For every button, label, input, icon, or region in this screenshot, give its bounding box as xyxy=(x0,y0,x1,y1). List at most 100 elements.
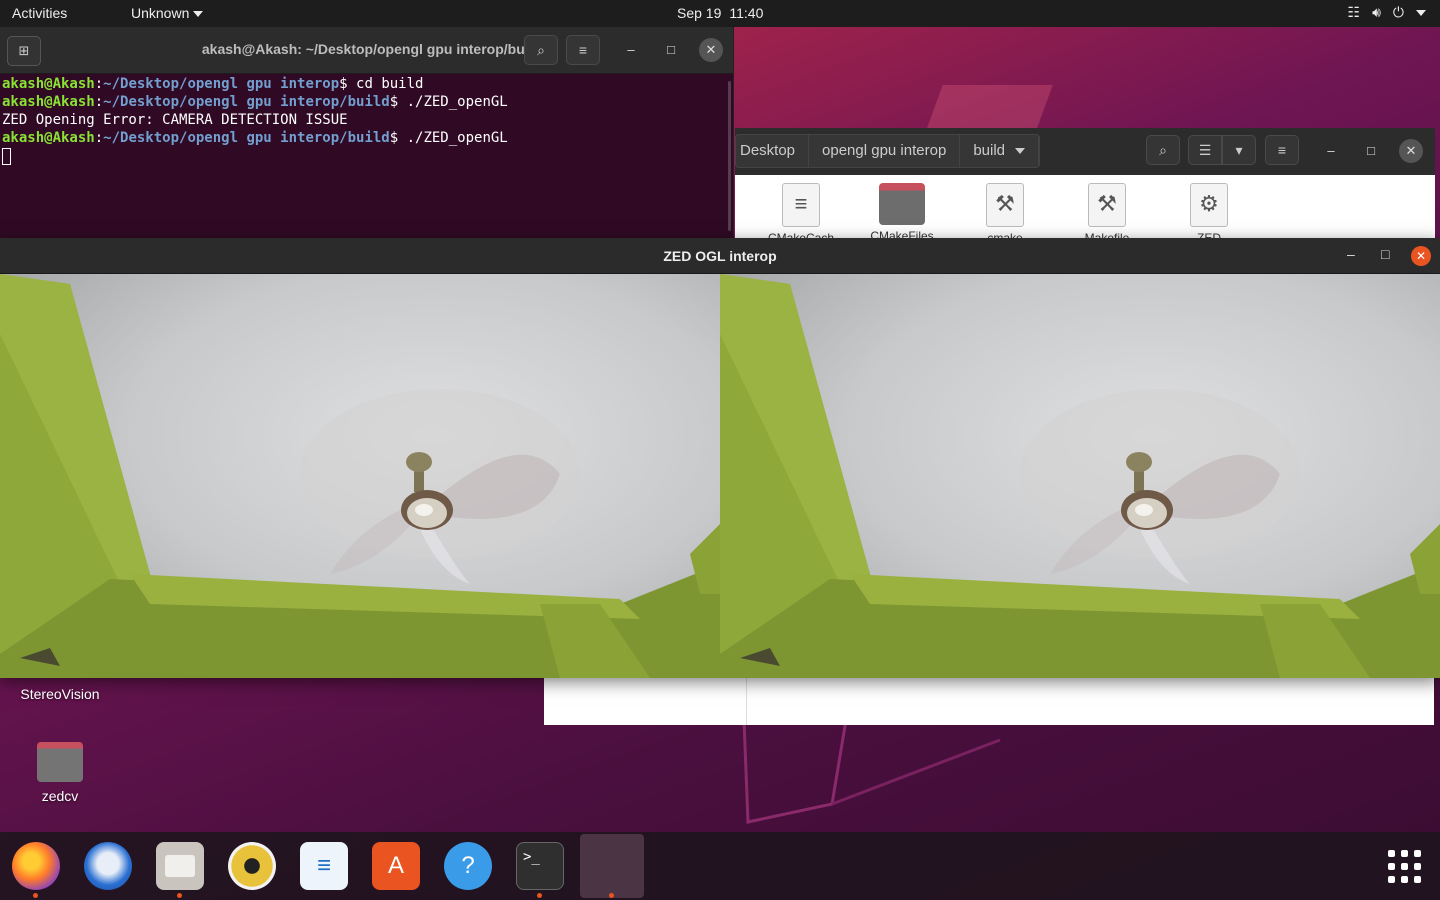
running-indicator xyxy=(177,893,182,898)
file-manager-window: Desktop opengl gpu interop build ⌕ ☰ ▾ ≡… xyxy=(735,128,1435,241)
show-applications-icon[interactable] xyxy=(1388,850,1421,883)
camera-frame-image xyxy=(720,274,1440,678)
prompt-command: $ ./ZED_openGL xyxy=(389,130,508,146)
hamburger-icon: ≡ xyxy=(578,42,588,58)
wallpaper-lines xyxy=(742,720,1001,824)
grid-dot xyxy=(1401,850,1408,857)
network-icon[interactable]: ☷ xyxy=(1348,4,1361,21)
files-icon-glyph xyxy=(165,855,195,877)
breadcrumb-opengl-gpu-interop[interactable]: opengl gpu interop xyxy=(809,135,961,167)
prompt-command: $ ./ZED_openGL xyxy=(389,94,508,110)
maximize-button[interactable]: □ xyxy=(1381,246,1389,262)
script-file-icon: ⚒ xyxy=(1088,183,1126,227)
file-item[interactable]: ⚒ cmake xyxy=(965,183,1045,241)
prompt-path: ~/Desktop/opengl gpu interop/build xyxy=(103,130,390,146)
terminal-scrollbar[interactable] xyxy=(728,81,731,231)
prompt-colon: : xyxy=(94,94,104,110)
terminal-output[interactable]: akash@Akash:~/Desktop/opengl gpu interop… xyxy=(0,75,733,165)
volume-icon[interactable]: 🔊︎ xyxy=(1372,4,1381,21)
app-menu-label: Unknown xyxy=(131,5,190,21)
terminal-line: akash@Akash:~/Desktop/opengl gpu interop… xyxy=(2,129,731,147)
zed-window-titlebar[interactable]: ZED OGL interop – □ ✕ xyxy=(0,238,1440,274)
file-item[interactable]: ⚒ Makefile xyxy=(1067,183,1147,241)
maximize-button[interactable]: □ xyxy=(659,38,683,62)
search-icon: ⌕ xyxy=(537,42,545,58)
file-item[interactable]: ⚙ ZED xyxy=(1169,183,1249,241)
prompt-command: $ cd build xyxy=(339,76,424,92)
zed-window-title: ZED OGL interop xyxy=(663,248,777,264)
clock[interactable]: Sep 19 11:40 xyxy=(677,5,763,21)
minimize-button[interactable]: – xyxy=(1319,139,1343,163)
breadcrumb-build-label: build xyxy=(973,142,1006,159)
terminal-line: akash@Akash:~/Desktop/opengl gpu interop… xyxy=(2,75,731,93)
power-icon[interactable]: ⏻ xyxy=(1393,4,1404,21)
prompt-user: akash@Akash xyxy=(2,76,95,92)
grid-dot xyxy=(1401,863,1408,870)
view-list-button[interactable]: ☰ xyxy=(1188,135,1222,165)
clock-time: 11:40 xyxy=(729,5,764,21)
system-tray[interactable]: ☷ 🔊︎ ⏻ xyxy=(1348,4,1426,21)
terminal-line: akash@Akash:~/Desktop/opengl gpu interop… xyxy=(2,93,731,111)
desktop-icon-stereovision[interactable]: StereoVision xyxy=(5,686,115,702)
grid-dot xyxy=(1414,876,1421,883)
breadcrumb-build[interactable]: build xyxy=(960,135,1040,167)
files-icon[interactable] xyxy=(156,842,204,890)
grid-dot xyxy=(1388,850,1395,857)
software-center-icon[interactable]: A xyxy=(372,842,420,890)
desktop-icon-label: StereoVision xyxy=(20,686,100,702)
running-indicator xyxy=(537,893,542,898)
hamburger-icon: ≡ xyxy=(1277,142,1287,158)
minimize-button[interactable]: – xyxy=(1347,246,1355,262)
minimize-button[interactable]: – xyxy=(619,38,643,62)
breadcrumb: Desktop opengl gpu interop build xyxy=(735,134,1041,168)
menu-button[interactable]: ≡ xyxy=(566,35,600,65)
file-item[interactable]: CMakeFiles xyxy=(862,183,942,239)
thunderbird-icon[interactable] xyxy=(84,842,132,890)
search-button[interactable]: ⌕ xyxy=(1146,135,1180,165)
help-icon[interactable]: ? xyxy=(444,842,492,890)
camera-frame-image xyxy=(0,274,720,678)
file-manager-window-lower xyxy=(544,678,1434,725)
file-grid: ≡ CMakeCach CMakeFiles ⚒ cmake ⚒ Makefile ⚙… xyxy=(735,175,1435,241)
close-button[interactable]: ✕ xyxy=(699,38,723,62)
rhythmbox-icon[interactable] xyxy=(228,842,276,890)
desktop-icon-zedcv[interactable]: zedcv xyxy=(5,742,115,804)
zed-ogl-interop-icon[interactable] xyxy=(580,834,644,898)
view-options-button[interactable]: ▾ xyxy=(1222,135,1256,165)
activities-button[interactable]: Activities xyxy=(12,5,67,21)
terminal-headerbar: ⊞ akash@Akash: ~/Desktop/opengl gpu inte… xyxy=(0,27,733,74)
left-camera-view xyxy=(0,274,720,678)
running-indicator xyxy=(609,893,614,898)
chevron-down-icon[interactable] xyxy=(1416,9,1426,16)
prompt-user: akash@Akash xyxy=(2,94,95,110)
terminal-cursor xyxy=(2,148,11,165)
prompt-path: ~/Desktop/opengl gpu interop xyxy=(103,76,340,92)
right-camera-view xyxy=(720,274,1440,678)
chevron-down-icon xyxy=(193,11,204,18)
breadcrumb-desktop[interactable]: Desktop xyxy=(736,135,810,167)
terminal-line xyxy=(2,147,731,165)
close-button[interactable]: ✕ xyxy=(1399,139,1423,163)
clock-date: Sep 19 xyxy=(677,5,722,21)
terminal-window[interactable]: ⊞ akash@Akash: ~/Desktop/opengl gpu inte… xyxy=(0,27,734,238)
app-menu[interactable]: Unknown xyxy=(131,5,204,21)
maximize-button[interactable]: □ xyxy=(1359,139,1383,163)
dock: ≡ A ? >_ xyxy=(0,832,1440,900)
script-file-icon: ⚒ xyxy=(986,183,1024,227)
search-button[interactable]: ⌕ xyxy=(524,35,558,65)
zed-ogl-window[interactable]: ZED OGL interop – □ ✕ xyxy=(0,238,1440,678)
grid-dot xyxy=(1414,863,1421,870)
desktop-icon-label: zedcv xyxy=(41,788,79,804)
menu-button[interactable]: ≡ xyxy=(1265,135,1299,165)
folder-icon xyxy=(37,742,83,782)
grid-dot xyxy=(1388,863,1395,870)
libreoffice-writer-icon[interactable]: ≡ xyxy=(300,842,348,890)
grid-dot xyxy=(1388,876,1395,883)
prompt-user: akash@Akash xyxy=(2,130,95,146)
close-button[interactable]: ✕ xyxy=(1411,246,1431,266)
prompt-colon: : xyxy=(94,130,104,146)
firefox-icon[interactable] xyxy=(12,842,60,890)
top-bar: Activities Unknown Sep 19 11:40 ☷ 🔊︎ ⏻ xyxy=(0,0,1440,27)
terminal-icon[interactable]: >_ xyxy=(516,842,564,890)
file-item[interactable]: ≡ CMakeCach xyxy=(761,183,841,241)
